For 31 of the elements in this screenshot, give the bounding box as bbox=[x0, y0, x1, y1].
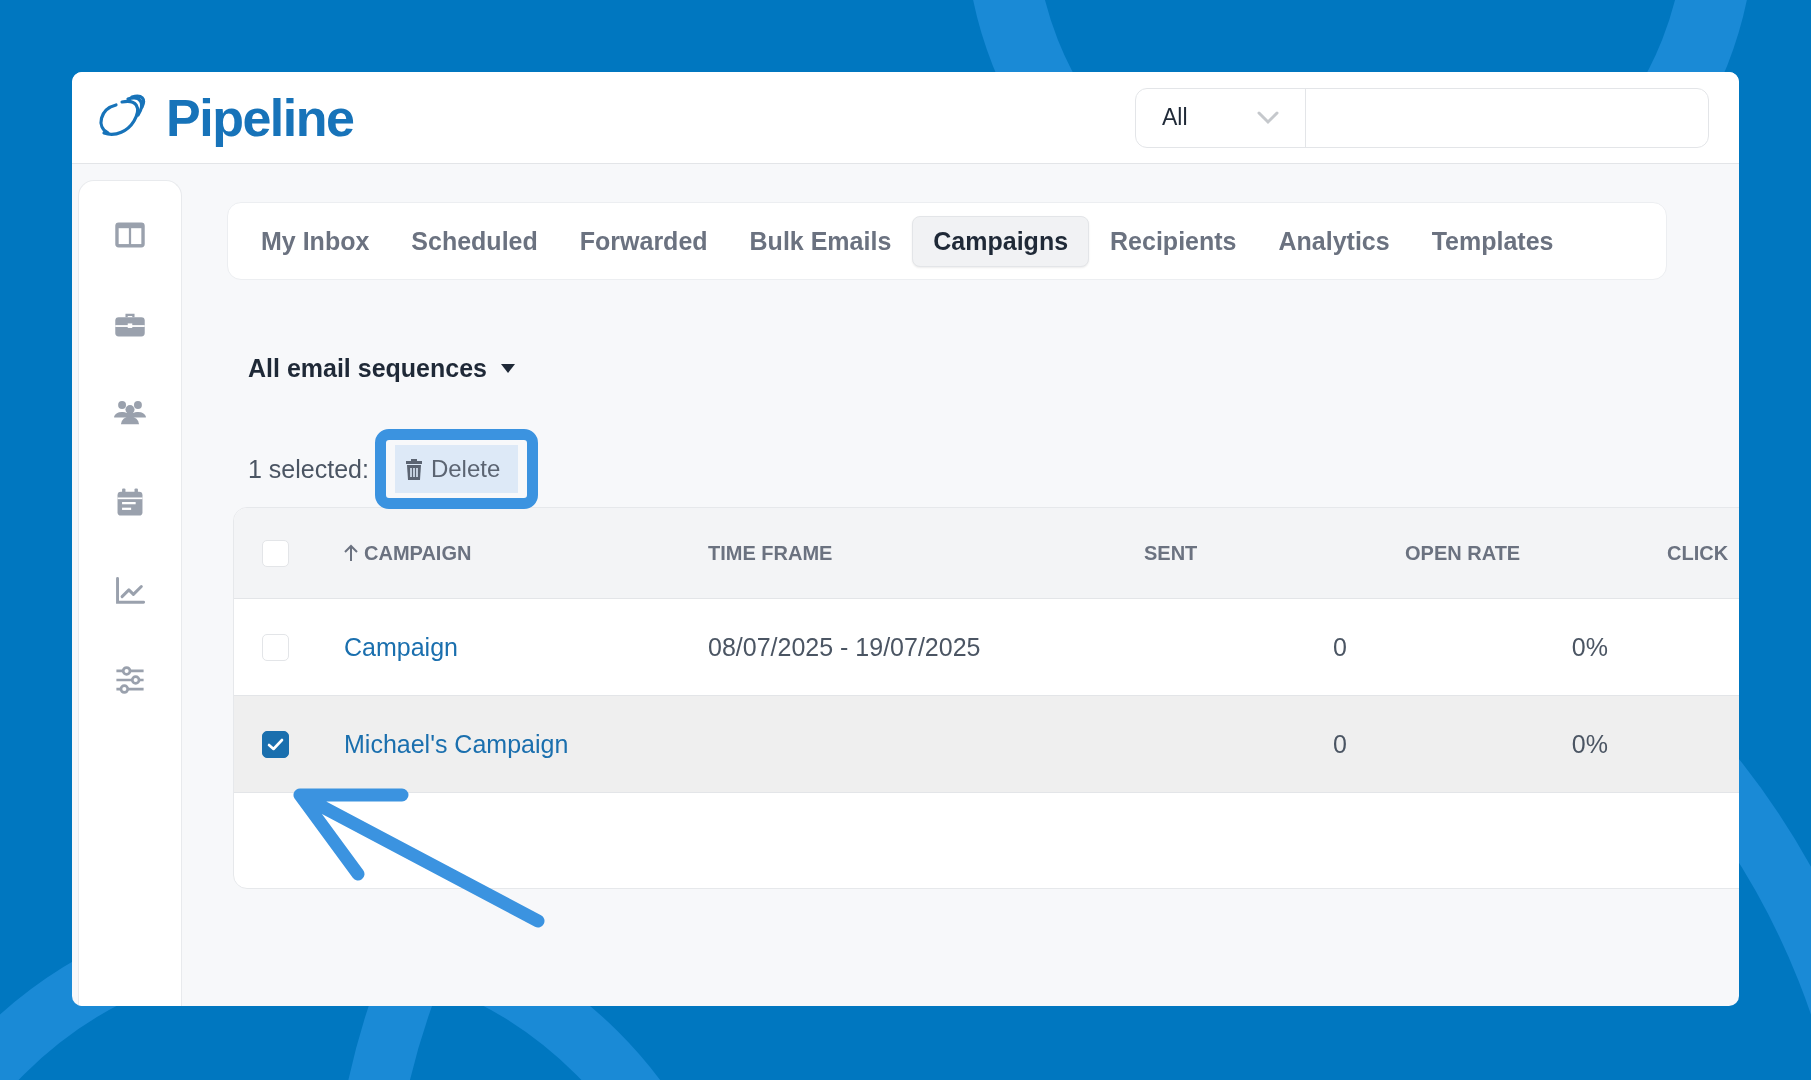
column-header[interactable]: CAMPAIGN bbox=[311, 541, 696, 565]
campaign-link[interactable]: Campaign bbox=[344, 632, 458, 661]
nav-tab[interactable]: Recipients bbox=[1089, 215, 1258, 267]
column-header[interactable]: SENT bbox=[1126, 541, 1366, 565]
sort-up-arrow-icon bbox=[344, 544, 358, 562]
sent-cell-text: 0 bbox=[1333, 729, 1348, 759]
selected-count-text: 1 selected: bbox=[248, 454, 369, 484]
sequence-filter-dropdown[interactable]: All email sequences bbox=[248, 354, 515, 383]
checkmark-icon bbox=[267, 737, 284, 751]
column-header[interactable]: TIME FRAME bbox=[696, 541, 1126, 565]
trash-icon bbox=[404, 458, 423, 480]
open-rate-cell-text: 0% bbox=[1571, 632, 1609, 662]
nav-tab[interactable]: Analytics bbox=[1257, 215, 1411, 267]
sent-cell-text: 0 bbox=[1333, 632, 1348, 662]
sliders-icon[interactable] bbox=[113, 663, 147, 697]
column-header[interactable]: CLICK bbox=[1626, 541, 1739, 565]
campaign-link[interactable]: Michael's Campaign bbox=[344, 729, 569, 758]
nav-tab[interactable]: Templates bbox=[1410, 215, 1575, 267]
nav-tab[interactable]: Scheduled bbox=[390, 215, 559, 267]
time-frame-cell: 08/07/2025 - 19/07/2025 bbox=[708, 632, 981, 661]
app-logo-text: Pipeline bbox=[166, 87, 354, 148]
nav-tab[interactable]: My Inbox bbox=[240, 215, 391, 267]
delete-button[interactable]: Delete bbox=[394, 445, 519, 493]
row-checkbox[interactable] bbox=[262, 730, 289, 758]
caret-down-icon bbox=[501, 364, 515, 373]
nav-tab[interactable]: Bulk Emails bbox=[728, 215, 913, 267]
nav-tab[interactable]: Forwarded bbox=[558, 215, 729, 267]
nav-tab[interactable]: Campaigns bbox=[912, 215, 1090, 267]
select-all-checkbox[interactable] bbox=[262, 539, 289, 567]
column-header[interactable]: OPEN RATE bbox=[1366, 541, 1626, 565]
open-rate-cell-text: 0% bbox=[1571, 729, 1609, 759]
